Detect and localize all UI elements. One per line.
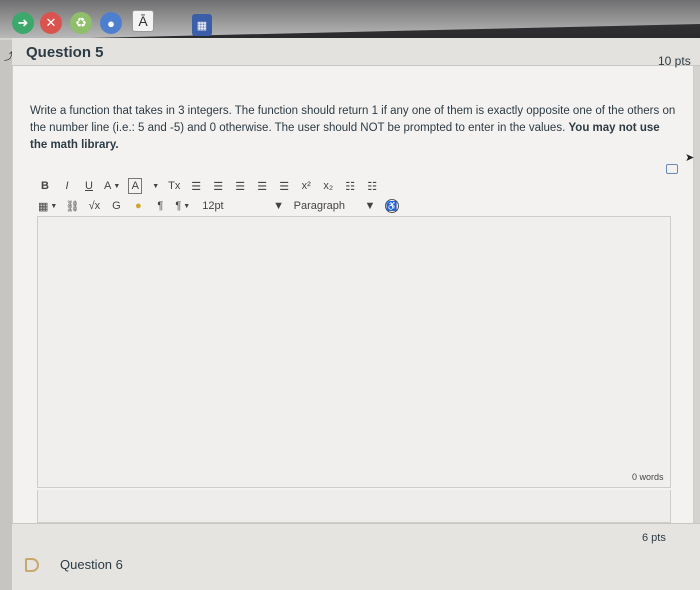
question-5-prompt: Write a function that takes in 3 integer…: [30, 103, 680, 154]
mouse-cursor-icon: ➤: [685, 152, 695, 164]
text-color-button[interactable]: A ▼: [104, 178, 120, 194]
align-center-icon[interactable]: ☰: [211, 178, 225, 194]
rce-toolbar-row-1: B I U A ▼ A ▼ Tx ☰ ☰ ☰ ☰ ☰ x² x₂ ☷ ☷: [38, 177, 387, 195]
indent-icon[interactable]: ☰: [255, 178, 269, 194]
rtl-paragraph-icon[interactable]: ¶ ▼: [175, 198, 190, 214]
paragraph-caret-icon[interactable]: ▼: [363, 198, 377, 214]
flag-question-icon[interactable]: [25, 558, 39, 572]
bullet-list-icon[interactable]: ☷: [343, 178, 357, 194]
chevron-down-icon: ▼: [50, 202, 58, 210]
italic-button[interactable]: I: [60, 178, 74, 194]
question-6-title: Question 6: [60, 557, 123, 572]
font-size-caret-icon[interactable]: ▼: [272, 198, 286, 214]
align-right-icon[interactable]: ☰: [233, 178, 247, 194]
answer-editor[interactable]: [37, 216, 671, 488]
page-left-edge: [0, 40, 12, 590]
question-5-title: Question 5: [26, 44, 104, 61]
chevron-down-icon: ▼: [183, 202, 191, 210]
question-5-points: 10 pts: [658, 54, 691, 68]
question-6-points: 6 pts: [642, 532, 666, 544]
close-app-icon[interactable]: ✕: [40, 12, 62, 34]
outdent-icon[interactable]: ☰: [277, 178, 291, 194]
ltr-paragraph-icon[interactable]: ¶: [153, 198, 167, 214]
arrow-app-icon[interactable]: ➜: [12, 12, 34, 34]
paragraph-format-select[interactable]: Paragraph: [294, 198, 345, 214]
bold-button[interactable]: B: [38, 178, 52, 194]
calculator-app-icon[interactable]: ▦: [192, 14, 212, 36]
rce-toolbar-row-2: ▦ ▼ ⛓ √x G ● ¶ ¶ ▼ 12pt ▼ Paragraph ▼ ♿: [38, 197, 407, 215]
media-icon[interactable]: ●: [131, 198, 145, 214]
chevron-down-icon[interactable]: ▼: [152, 183, 159, 190]
clear-formatting-button[interactable]: Tx: [167, 178, 181, 194]
chevron-down-icon: ▼: [113, 182, 121, 190]
underline-button[interactable]: U: [82, 178, 96, 194]
superscript-button[interactable]: x²: [299, 178, 313, 194]
background-color-button[interactable]: A: [128, 178, 143, 194]
word-count: 0 words: [632, 472, 664, 482]
unlink-icon[interactable]: ⛓: [65, 198, 79, 214]
letter-app-icon[interactable]: Ā: [132, 10, 154, 32]
table-icon[interactable]: ▦ ▼: [38, 198, 57, 214]
person-app-icon[interactable]: ●: [100, 12, 122, 34]
text-color-label: A: [104, 180, 112, 192]
recycle-app-icon[interactable]: ♻: [70, 12, 92, 34]
embed-icon[interactable]: G: [109, 198, 123, 214]
subscript-button[interactable]: x₂: [321, 178, 335, 194]
bg-color-label: A: [131, 180, 139, 192]
question-5-header: [12, 38, 700, 66]
keyboard-shortcuts-icon[interactable]: [666, 164, 678, 174]
align-left-icon[interactable]: ☰: [189, 178, 203, 194]
editor-footer: [37, 490, 671, 523]
numbered-list-icon[interactable]: ☷: [365, 178, 379, 194]
math-equation-icon[interactable]: √x: [87, 198, 101, 214]
accessibility-checker-icon[interactable]: ♿: [385, 199, 399, 213]
font-size-select[interactable]: 12pt: [202, 198, 223, 214]
